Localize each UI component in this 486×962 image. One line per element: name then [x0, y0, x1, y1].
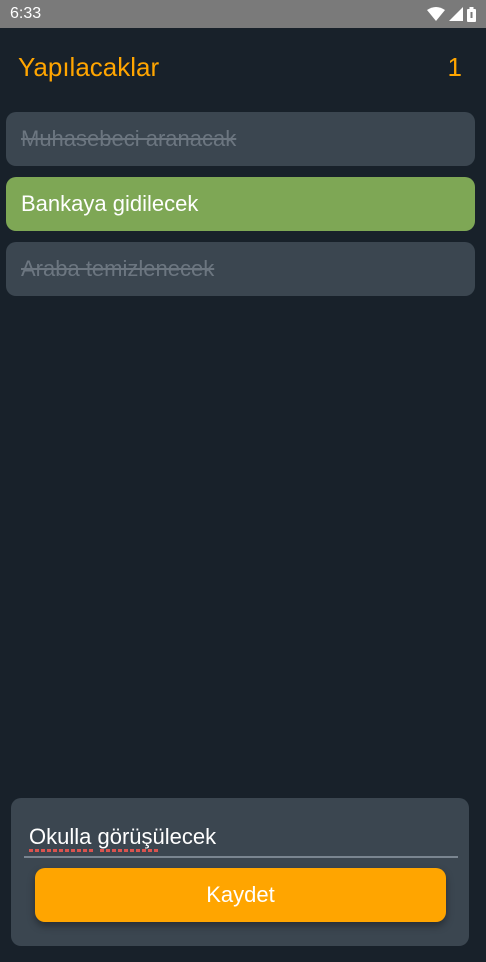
task-label: Bankaya gidilecek	[21, 191, 199, 216]
status-time: 6:33	[10, 5, 42, 22]
pending-count: 1	[447, 51, 462, 82]
task-label: Muhasebeci aranacak	[21, 126, 237, 151]
task-item[interactable]: Bankaya gidilecek	[6, 177, 475, 231]
signal-icon	[449, 7, 463, 21]
wifi-icon	[427, 7, 445, 21]
status-icons	[427, 6, 476, 22]
task-input-wrapper	[24, 818, 458, 858]
status-bar: 6:33	[0, 0, 486, 28]
page-title: Yapılacaklar	[18, 51, 160, 82]
task-item[interactable]: Muhasebeci aranacak	[6, 112, 475, 166]
battery-icon	[467, 6, 476, 22]
task-list: Muhasebeci aranacak Bankaya gidilecek Ar…	[6, 112, 475, 307]
save-button[interactable]: Kaydet	[35, 868, 446, 922]
task-input[interactable]	[24, 818, 458, 856]
task-item[interactable]: Araba temizlenecek	[6, 242, 475, 296]
task-label: Araba temizlenecek	[21, 256, 215, 281]
app-header: Yapılacaklar 1	[18, 50, 462, 84]
editor-panel: Kaydet	[11, 798, 469, 946]
